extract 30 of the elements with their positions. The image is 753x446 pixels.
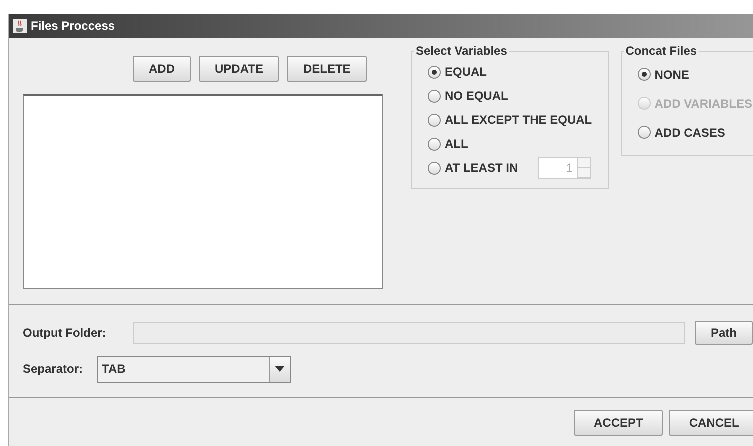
output-folder-label: Output Folder: [23,326,108,340]
radio-button[interactable] [428,138,441,150]
dialog-button[interactable]: ACCEPT [574,410,664,436]
separator-dropdown[interactable]: TAB [97,356,291,382]
path-button[interactable]: Path [695,321,753,345]
file-list[interactable] [23,94,383,289]
caret-icon [275,366,285,372]
toolbar-button[interactable]: UPDATE [199,56,280,82]
toolbar-button[interactable]: DELETE [287,56,367,82]
radio-label: NONE [654,68,690,82]
window-title: Files Proccess [31,19,116,33]
dialog-button[interactable]: CANCEL [669,410,753,436]
radio-button[interactable] [428,114,441,126]
radio-button[interactable] [428,90,441,102]
radio-label: EQUAL [445,65,487,79]
radio-label: ADD VARIABLES [654,96,753,110]
radio-label: NO EQUAL [445,89,508,103]
radio-button[interactable] [428,66,441,78]
cup-icon [13,19,27,33]
group-title: Select Variables [415,44,508,58]
separator-label: Separator: [23,362,84,376]
radio-button[interactable] [638,68,651,81]
toolbar-button[interactable]: ADD [133,56,191,82]
radio-label: ADD CASES [654,126,726,140]
radio-label: ALL EXCEPT THE EQUAL [445,113,592,127]
radio-label: AT LEAST IN [445,161,518,175]
output-folder-field[interactable] [133,322,685,344]
radio-label: ALL [445,137,468,151]
radio-button[interactable] [638,126,651,139]
group-title: Concat Files [624,44,698,58]
